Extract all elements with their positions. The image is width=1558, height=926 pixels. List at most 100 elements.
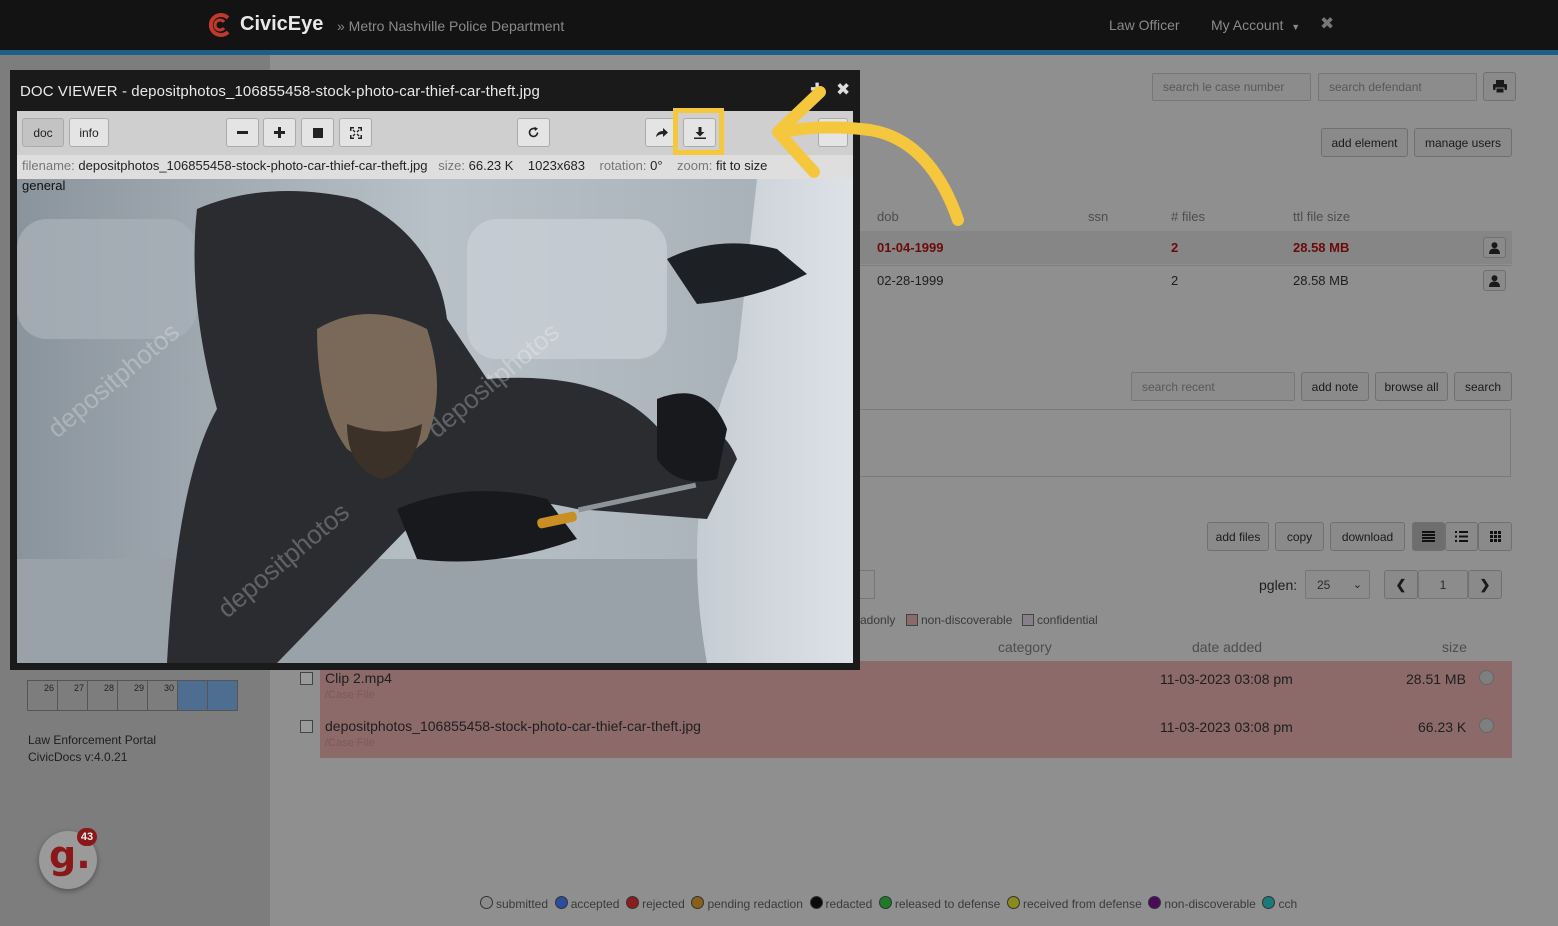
actual-size-button[interactable] bbox=[301, 118, 334, 147]
status-label: non-discoverable bbox=[1164, 897, 1256, 911]
status-label: cch bbox=[1278, 897, 1298, 911]
add-files-button[interactable]: add files bbox=[1207, 522, 1269, 551]
document-category-label: general bbox=[22, 178, 66, 193]
zoom-in-button[interactable] bbox=[263, 118, 296, 147]
version-label: CivicDocs v:4.0.21 bbox=[28, 750, 128, 764]
defendant-profile-button[interactable] bbox=[1483, 237, 1506, 258]
doc-viewer-title: DOC VIEWER - depositphotos_106855458-sto… bbox=[20, 83, 540, 100]
calendar-day[interactable]: 30 bbox=[147, 680, 178, 711]
defendant-search-input[interactable]: search defendant bbox=[1318, 73, 1477, 101]
detail-list-icon bbox=[1455, 531, 1468, 542]
rotation-value: 0° bbox=[650, 158, 663, 173]
calendar-day[interactable] bbox=[177, 680, 208, 711]
print-button[interactable] bbox=[1483, 72, 1516, 101]
non-discoverable-flag-label: non-discoverable bbox=[921, 613, 1013, 627]
defendant-profile-button[interactable] bbox=[1483, 270, 1506, 291]
status-label: rejected bbox=[642, 897, 685, 911]
info-tab-button[interactable]: info bbox=[69, 118, 109, 147]
readonly-flag-label: adonly bbox=[860, 613, 896, 627]
dob-cell: 01-04-1999 bbox=[877, 240, 944, 255]
files-count-cell: 2 bbox=[1171, 240, 1179, 255]
files-count-column-header[interactable]: # files bbox=[1171, 209, 1205, 224]
confidential-flag-label: confidential bbox=[1037, 613, 1098, 627]
calendar-day[interactable]: 27 bbox=[57, 680, 88, 711]
recent-notes-search-input[interactable]: search recent bbox=[1131, 372, 1295, 401]
manage-users-button[interactable]: manage users bbox=[1414, 128, 1512, 157]
calendar: 26 27 28 29 30 bbox=[27, 680, 238, 711]
status-label: submitted bbox=[496, 897, 549, 911]
row-divider bbox=[860, 265, 1512, 266]
calendar-day[interactable]: 28 bbox=[87, 680, 118, 711]
date-added-column-header[interactable]: date added bbox=[1192, 639, 1262, 655]
status-legend-item: submitted bbox=[480, 896, 549, 911]
detail-list-view-button[interactable] bbox=[1445, 522, 1478, 551]
category-column-header[interactable]: category bbox=[998, 639, 1052, 655]
list-view-icon bbox=[1422, 531, 1435, 542]
calendar-day[interactable]: 29 bbox=[117, 680, 148, 711]
file-name-link[interactable]: depositphotos_106855458-stock-photo-car-… bbox=[325, 718, 701, 734]
status-dot-icon bbox=[626, 896, 640, 909]
department-name: » Metro Nashville Police Department bbox=[337, 18, 565, 34]
document-image[interactable]: depositphotos depositphotos depositphoto… bbox=[17, 179, 853, 663]
filename-label: filename: bbox=[22, 158, 75, 173]
add-note-button[interactable]: add note bbox=[1301, 372, 1369, 401]
doc-tab-button[interactable]: doc bbox=[22, 118, 64, 147]
page-length-value: 25 bbox=[1317, 577, 1331, 592]
case-number-search-input[interactable]: search le case number bbox=[1152, 73, 1311, 101]
zoom-out-button[interactable] bbox=[226, 118, 259, 147]
status-dot-icon bbox=[480, 896, 493, 909]
file-select-checkbox[interactable] bbox=[300, 720, 313, 733]
notes-search-button[interactable]: search bbox=[1454, 372, 1512, 401]
guide-badge-button[interactable]: g. 43 bbox=[39, 828, 97, 889]
civiceye-logo-icon[interactable] bbox=[208, 12, 234, 38]
dob-cell: 02-28-1999 bbox=[877, 273, 944, 288]
submitted-status-icon[interactable] bbox=[1479, 670, 1494, 685]
size-value: 66.23 K bbox=[468, 158, 514, 173]
submitted-status-icon[interactable] bbox=[1479, 718, 1494, 733]
zoom-label: zoom: bbox=[676, 158, 713, 173]
files-filter-input[interactable] bbox=[860, 570, 875, 599]
status-dot-icon bbox=[691, 896, 705, 909]
notes-panel bbox=[860, 409, 1511, 477]
previous-page-button[interactable]: ❮ bbox=[1384, 570, 1418, 599]
calendar-day[interactable]: 26 bbox=[27, 680, 58, 711]
status-label: released to defense bbox=[894, 897, 1001, 911]
file-size: 28.51 MB bbox=[1406, 671, 1466, 687]
file-select-checkbox[interactable] bbox=[300, 672, 313, 685]
page-length-label: pglen: bbox=[1259, 577, 1298, 593]
next-page-button[interactable]: ❯ bbox=[1468, 570, 1502, 599]
fit-to-size-button[interactable] bbox=[339, 118, 372, 147]
logout-close-icon[interactable]: ✖ bbox=[1320, 14, 1334, 34]
square-icon bbox=[312, 127, 323, 138]
file-name-link[interactable]: Clip 2.mp4 bbox=[325, 670, 392, 686]
size-column-header[interactable]: size bbox=[1442, 639, 1467, 655]
status-dot-icon bbox=[1007, 896, 1021, 909]
ssn-column-header[interactable]: ssn bbox=[1088, 209, 1108, 224]
calendar-day[interactable] bbox=[207, 680, 238, 711]
my-account-label: My Account bbox=[1211, 17, 1284, 33]
browse-all-button[interactable]: browse all bbox=[1375, 372, 1448, 401]
list-view-button[interactable] bbox=[1412, 522, 1445, 551]
brand-name[interactable]: CivicEye bbox=[240, 13, 323, 36]
status-dot-icon bbox=[809, 896, 823, 909]
status-dot-icon bbox=[878, 896, 892, 909]
my-account-menu[interactable]: My Account ▼ bbox=[1211, 17, 1300, 33]
status-legend-item: rejected bbox=[626, 896, 685, 911]
user-role-link[interactable]: Law Officer bbox=[1109, 17, 1180, 33]
calendar-week-row: 26 27 28 29 30 bbox=[27, 680, 238, 711]
chevron-left-icon: ❮ bbox=[1395, 576, 1407, 592]
status-legend: submitted accepted rejected pending reda… bbox=[480, 896, 1297, 911]
size-cell: 28.58 MB bbox=[1293, 273, 1349, 288]
add-element-button[interactable]: add element bbox=[1321, 128, 1408, 157]
grid-view-button[interactable] bbox=[1478, 522, 1512, 551]
file-rows-background bbox=[320, 661, 1512, 758]
download-button[interactable]: download bbox=[1330, 522, 1405, 551]
rotate-button[interactable] bbox=[517, 118, 550, 147]
total-size-column-header[interactable]: ttl file size bbox=[1293, 209, 1350, 224]
copy-button[interactable]: copy bbox=[1275, 522, 1324, 551]
caret-down-icon: ▼ bbox=[1291, 22, 1301, 32]
status-legend-item: non-discoverable bbox=[1148, 896, 1256, 911]
page-length-select[interactable]: 25 ⌄ bbox=[1305, 570, 1370, 599]
page-number-input[interactable]: 1 bbox=[1418, 570, 1468, 599]
filename-value: depositphotos_106855458-stock-photo-car-… bbox=[78, 158, 428, 173]
